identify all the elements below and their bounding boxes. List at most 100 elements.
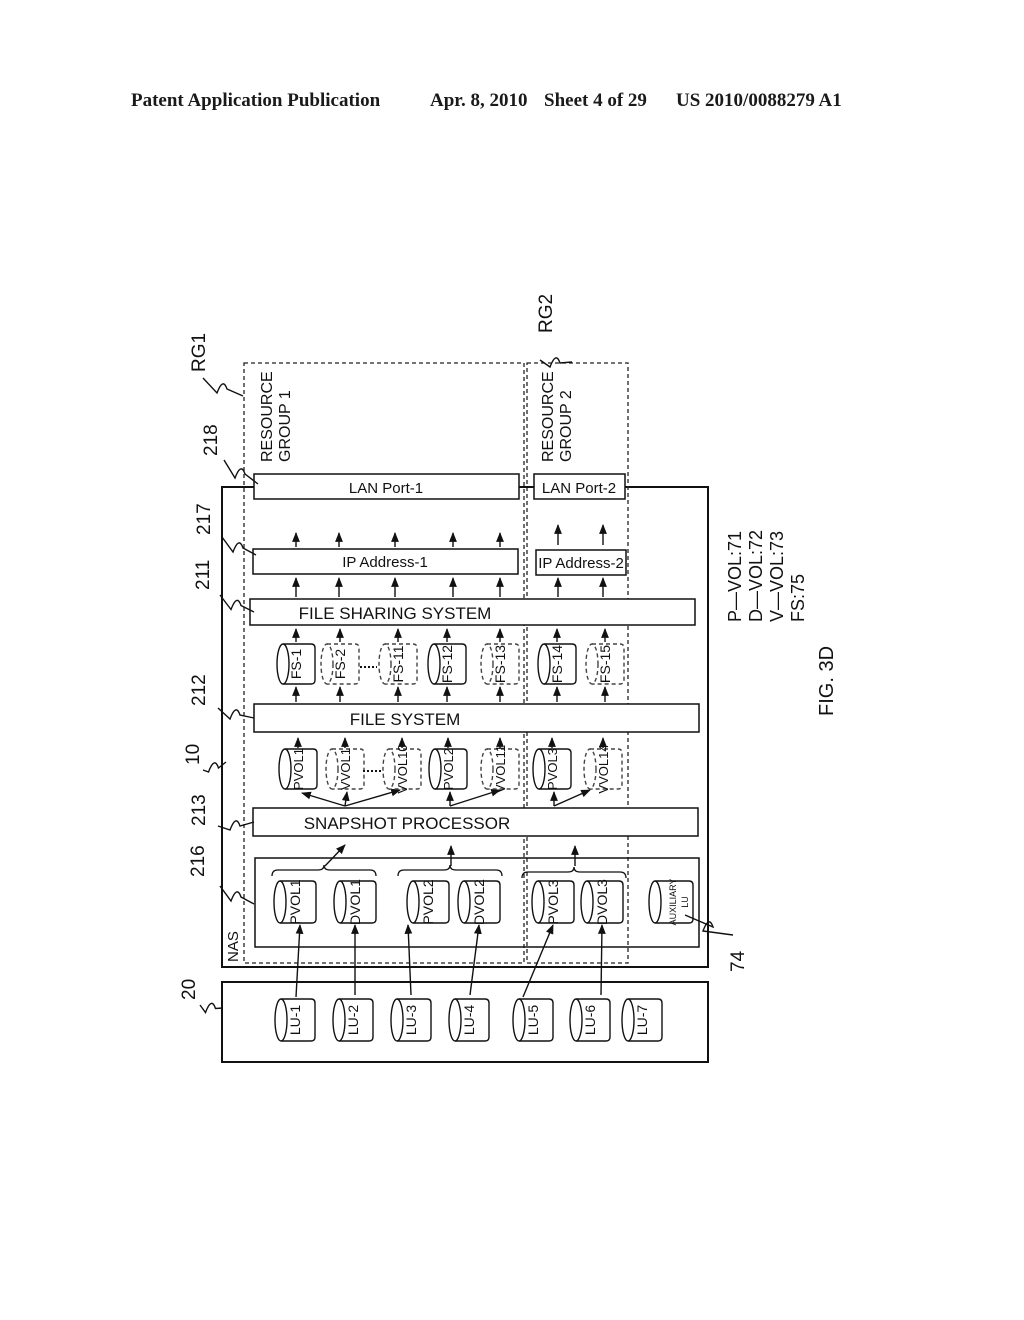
file-system-cylinder-label: FS-1 <box>288 649 304 680</box>
nas-volume-cylinder: PVOL3 <box>531 879 575 925</box>
resource-group-2-label-line2: GROUP 2 <box>558 390 575 462</box>
storage-lu-cylinder: LU-5 <box>512 998 554 1042</box>
file-system-cylinder: FS-2 <box>320 643 360 685</box>
nas-volume-cylinder-label: DVOL2 <box>471 879 487 925</box>
file-system-cylinder-label: FS-12 <box>439 645 455 683</box>
auxiliary-lu-cylinder: AUXILIARY LU <box>648 879 694 926</box>
volume-cylinder: VVOL14 <box>583 744 623 794</box>
ip-address-1-label: IP Address-1 <box>342 554 428 571</box>
storage-lu-cylinder-label: LU-3 <box>403 1005 419 1036</box>
leader-line <box>217 707 255 721</box>
file-system-cylinder-label: FS-13 <box>492 645 508 683</box>
system-diagram: NAS RESOURCE GROUP 1 RESOURCE GROUP 2 LA… <box>179 294 838 1063</box>
file-system-cylinder-label: FS-14 <box>549 645 565 683</box>
volume-cylinder-label: PVOL2 <box>441 748 456 790</box>
resource-group-1-label-line2: GROUP 1 <box>277 390 294 462</box>
storage-lu-cylinder: LU-3 <box>390 998 432 1042</box>
nas-volume-cylinder-label: DVOL1 <box>347 879 363 925</box>
leader-line <box>199 1002 224 1014</box>
storage-lu-cylinder: LU-1 <box>274 998 316 1042</box>
storage-lu-cylinder: LU-6 <box>569 998 611 1042</box>
leader-line <box>221 536 257 556</box>
storage-lu-cylinder-label: LU-2 <box>345 1005 361 1036</box>
ref-74: 74 <box>728 950 749 972</box>
legend-d-vol: D—VOL:72 <box>746 530 766 622</box>
auxiliary-lu-label-2: LU <box>680 896 690 908</box>
leader-line <box>202 377 244 397</box>
storage-lu-cylinder: LU-2 <box>332 998 374 1042</box>
flow-arrow <box>295 924 304 998</box>
storage-lu-cylinder-label: LU-6 <box>582 1005 598 1036</box>
ref-211: 211 <box>193 560 214 590</box>
flow-arrow <box>344 788 401 807</box>
storage-lu-cylinder-label: LU-7 <box>634 1005 650 1036</box>
ref-218: 218 <box>201 424 222 456</box>
auxiliary-lu-cylinder-label: AUXILIARY <box>668 879 678 926</box>
ref-rg1: RG1 <box>189 333 210 372</box>
file-system-cylinder: FS-13 <box>480 643 520 685</box>
flow-arrow <box>341 791 350 807</box>
flow-arrow <box>324 844 346 867</box>
file-sharing-system-label: FILE SHARING SYSTEM <box>299 604 492 623</box>
lan-port-2-label: LAN Port-2 <box>542 480 616 497</box>
file-system-label: FILE SYSTEM <box>350 710 461 729</box>
volume-cylinder: PVOL2 <box>428 748 468 790</box>
volume-cylinder-label: VVOL11 <box>493 745 508 793</box>
ip-address-2-label: IP Address-2 <box>538 555 624 572</box>
nas-volume-cylinder: DVOL3 <box>580 879 624 925</box>
nas-volume-cylinder-label: DVOL3 <box>594 879 610 925</box>
volume-cylinder: VVOL10 <box>382 744 422 794</box>
storage-lu-cylinder-label: LU-5 <box>525 1005 541 1036</box>
storage-lu-cylinder: LU-4 <box>448 998 490 1042</box>
volume-cylinder-label: VVOL14 <box>596 744 611 793</box>
leader-line <box>223 459 259 485</box>
ref-rg2: RG2 <box>536 294 557 333</box>
ref-213: 213 <box>189 794 210 826</box>
nas-volume-cylinder: PVOL1 <box>273 879 317 925</box>
file-system-cylinder: FS-14 <box>537 643 577 685</box>
ref-20: 20 <box>179 979 200 1000</box>
legend-p-vol: P—VOL:71 <box>725 531 745 622</box>
flow-arrow <box>597 924 606 996</box>
file-system-cylinder-label: FS-15 <box>597 645 613 683</box>
leader-line <box>217 820 255 831</box>
nas-volume-cylinder-label: PVOL2 <box>420 879 436 924</box>
ref-217: 217 <box>194 503 215 535</box>
flow-arrow <box>301 791 346 807</box>
file-system-cylinder: FS-12 <box>427 643 467 685</box>
leader-line <box>219 885 255 905</box>
ref-212: 212 <box>189 674 210 706</box>
file-system-cylinder-label: FS-11 <box>390 645 406 682</box>
ref-216: 216 <box>188 845 209 877</box>
file-system-cylinder: FS-15 <box>585 643 625 685</box>
resource-group-1-label-line1: RESOURCE <box>259 371 276 462</box>
flow-arrow <box>553 789 591 807</box>
nas-volume-cylinder-label: PVOL3 <box>545 879 561 924</box>
volume-cylinder-label: PVOL3 <box>545 748 560 790</box>
volume-cylinder-label: PVOL1 <box>291 748 306 790</box>
storage-lu-cylinder-label: LU-1 <box>287 1005 303 1036</box>
flow-arrow <box>404 924 413 996</box>
volume-cylinder: PVOL3 <box>532 748 572 790</box>
volume-cylinder: VVOL11 <box>480 745 520 793</box>
nas-volume-cylinder: DVOL2 <box>457 879 501 925</box>
storage-lu-cylinder: LU-7 <box>621 998 663 1042</box>
volume-cylinder-label: VVOL10 <box>395 744 410 793</box>
volume-cylinder: PVOL1 <box>278 748 318 790</box>
file-system <box>253 703 700 733</box>
file-system-cylinder: FS-11 <box>378 643 418 685</box>
file-system-cylinder-label: FS-2 <box>332 649 348 680</box>
nas-volume-cylinder: DVOL1 <box>333 879 377 925</box>
legend-fs: FS:75 <box>788 574 808 622</box>
volume-cylinder-label: VVOL1 <box>338 748 353 790</box>
nas-volume-cylinder: PVOL2 <box>406 879 450 925</box>
ref-10: 10 <box>183 744 204 765</box>
volume-cylinder: VVOL1 <box>325 748 365 790</box>
legend-v-vol: V—VOL:73 <box>767 531 787 622</box>
resource-group-2-label-line1: RESOURCE <box>540 371 557 462</box>
figure-caption: FIG. 3D <box>816 646 838 716</box>
lan-port-1-label: LAN Port-1 <box>349 480 423 497</box>
file-system-cylinder: FS-1 <box>276 643 316 685</box>
nas-volume-cylinder-label: PVOL1 <box>287 879 303 924</box>
leader-line <box>219 594 255 613</box>
